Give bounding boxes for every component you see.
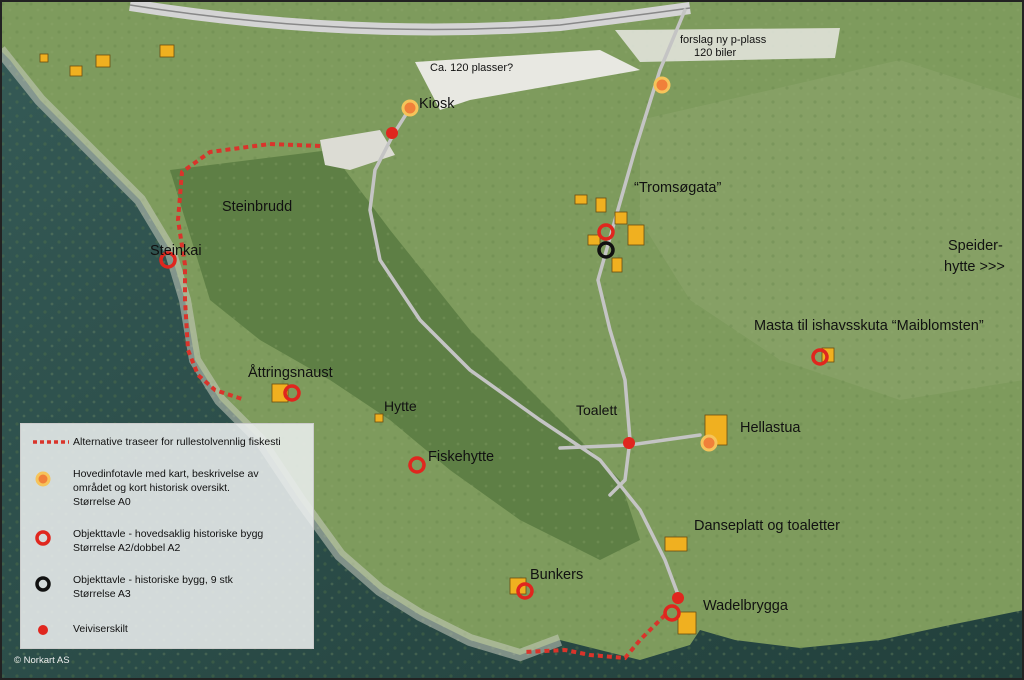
copyright: © Norkart AS bbox=[14, 655, 70, 666]
building bbox=[595, 197, 607, 213]
object-board-legend-icon bbox=[35, 530, 51, 546]
danseplatt-label: Danseplatt og toaletter bbox=[694, 518, 840, 534]
speider-label-2: hytte >>> bbox=[944, 259, 1005, 275]
bunkers-label: Bunkers bbox=[530, 567, 584, 583]
building bbox=[627, 224, 645, 246]
steinkai-label: Steinkai bbox=[150, 243, 202, 259]
fiskehytte-label: Fiskehytte bbox=[428, 449, 495, 465]
legend-historic-text-2: Størrelse A3 bbox=[73, 588, 131, 600]
wadelbrygga-label: Wadelbrygga bbox=[703, 598, 788, 614]
building bbox=[587, 234, 601, 246]
building bbox=[69, 65, 83, 77]
legend-historic-text-1: Objekttavle - historiske bygg, 9 stk bbox=[73, 574, 233, 586]
hytte-label: Hytte bbox=[384, 398, 417, 414]
building bbox=[677, 611, 697, 635]
hellastua-label: Hellastua bbox=[740, 420, 801, 436]
kiosk-label: Kiosk bbox=[419, 96, 455, 112]
legend-info-text-3: Størrelse A0 bbox=[73, 496, 131, 508]
attringsnaust-label: Åttringsnaust bbox=[248, 365, 333, 381]
building bbox=[95, 54, 111, 68]
legend-object-text-1: Objekttavle - hovedsaklig historiske byg… bbox=[73, 528, 264, 540]
building bbox=[374, 413, 384, 423]
map-legend: Alternative traseer for rullestolvennlig… bbox=[20, 423, 314, 649]
tromsogata-label: “Tromsøgata” bbox=[634, 180, 722, 196]
steinbrudd-label: Steinbrudd bbox=[222, 199, 293, 215]
speider-label-1: Speider- bbox=[948, 238, 1003, 254]
building bbox=[614, 211, 628, 225]
historic-board-legend-icon bbox=[35, 576, 51, 592]
building bbox=[39, 53, 49, 63]
toalett-label: Toalett bbox=[576, 402, 618, 418]
legend-route-text: Alternative traseer for rullestolvennlig… bbox=[73, 436, 281, 448]
parking-new-label-1: forslag ny p-plass bbox=[680, 34, 767, 46]
building bbox=[574, 194, 588, 205]
legend-signpost-text: Veiviserskilt bbox=[73, 623, 128, 635]
legend-object-text-2: Størrelse A2/dobbel A2 bbox=[73, 542, 181, 554]
building bbox=[664, 536, 688, 552]
legend-info-text-1: Hovedinfotavle med kart, beskrivelse av bbox=[73, 468, 259, 480]
info-board-legend-icon bbox=[35, 471, 51, 487]
legend-info-text-2: området og kort historisk oversikt. bbox=[73, 482, 230, 494]
dotted-route-legend-icon bbox=[33, 440, 69, 444]
parking-existing-label: Ca. 120 plasser? bbox=[430, 62, 514, 74]
signpost-legend-icon bbox=[38, 625, 48, 635]
parking-new-label-2: 120 biler bbox=[694, 47, 737, 59]
building bbox=[159, 44, 175, 58]
masta-label: Masta til ishavsskuta “Maiblomsten” bbox=[754, 318, 984, 334]
building bbox=[611, 257, 623, 273]
